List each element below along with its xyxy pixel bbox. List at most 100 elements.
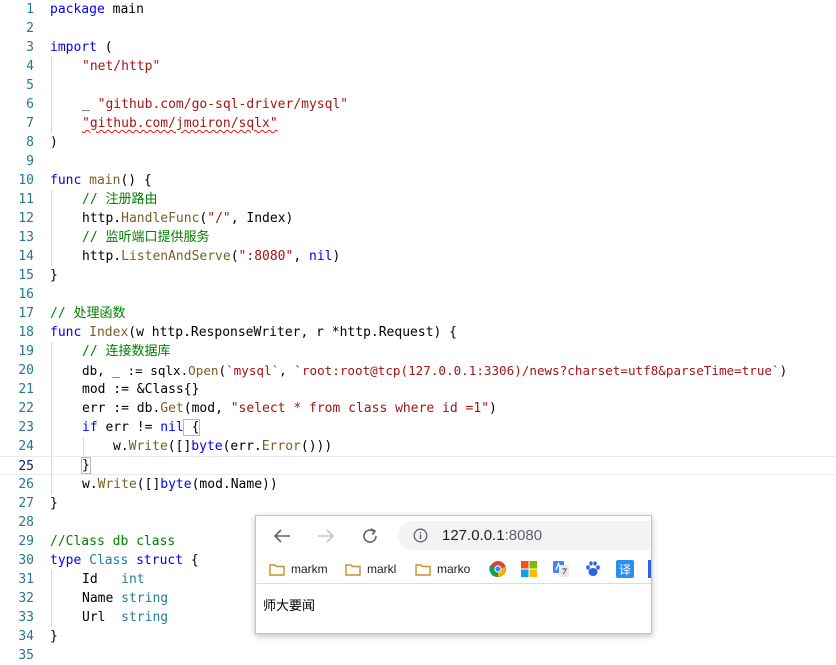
- reload-icon: [363, 528, 377, 543]
- line-number: 1: [26, 2, 34, 17]
- line-number: 9: [26, 154, 34, 169]
- keyword: byte: [191, 439, 223, 454]
- url-port: :8080: [504, 527, 543, 544]
- chrome-icon[interactable]: [489, 560, 507, 578]
- code-line[interactable]: 8 ): [0, 133, 836, 152]
- line-number: 24: [18, 439, 34, 454]
- code-text: (: [230, 249, 239, 264]
- code-text: ([]: [136, 477, 161, 492]
- bookmark-label: markm: [291, 562, 328, 576]
- indent-guide: [51, 247, 52, 266]
- indent-guide: [51, 418, 52, 437]
- line-number: 2: [26, 21, 34, 36]
- line-number: 8: [26, 135, 34, 150]
- code-line[interactable]: 18 func Index(w http.ResponseWriter, r *…: [0, 323, 836, 342]
- code-line[interactable]: 15 }: [0, 266, 836, 285]
- info-icon[interactable]: [413, 528, 428, 543]
- code-line[interactable]: 6 _ "github.com/go-sql-driver/mysql": [0, 95, 836, 114]
- code-line[interactable]: 14 http.ListenAndServe(":8080", nil): [0, 247, 836, 266]
- line-number: 7: [26, 116, 34, 131]
- code-text: , Index): [230, 211, 294, 226]
- code-line[interactable]: 20 db, _ := sqlx.Open(`mysql`, `root:roo…: [0, 361, 836, 380]
- code-line[interactable]: 22 err := db.Get(mod, "select * from cla…: [0, 399, 836, 418]
- line-number: 23: [18, 420, 34, 435]
- back-button[interactable]: [269, 523, 295, 549]
- baidu-paw-icon[interactable]: [584, 560, 602, 578]
- keyword: package: [50, 2, 105, 17]
- code-line[interactable]: 19 // 连接数据库: [0, 342, 836, 361]
- code-line[interactable]: 24 w.Write([]byte(err.Error())): [0, 437, 836, 456]
- code-text: ): [489, 401, 497, 416]
- arrow-left-icon: [273, 529, 290, 543]
- string-literal: "select * from class where id =1": [230, 401, 490, 416]
- type-name: string: [121, 591, 169, 606]
- keyword: type: [50, 553, 82, 568]
- indent-guide: [51, 475, 52, 494]
- code-line[interactable]: 26 w.Write([]byte(mod.Name)): [0, 475, 836, 494]
- string-literal: "/": [207, 211, 231, 226]
- line-number: 3: [26, 40, 34, 55]
- code-line[interactable]: 5: [0, 76, 836, 95]
- line-number: 33: [18, 610, 34, 625]
- translate-icon[interactable]: 译: [616, 560, 634, 578]
- code-text: }: [50, 268, 58, 283]
- code-text: Url: [82, 610, 122, 625]
- code-line[interactable]: 3 import (: [0, 38, 836, 57]
- code-text: ([]: [167, 439, 192, 454]
- code-line[interactable]: 21 mod := &Class{}: [0, 380, 836, 399]
- bookmark-folder[interactable]: marko: [415, 561, 470, 577]
- folder-icon: [345, 563, 361, 576]
- code-text: (mod.Name)): [191, 477, 278, 492]
- code-line[interactable]: 13 // 监听端口提供服务: [0, 228, 836, 247]
- indent-guide: [51, 57, 52, 76]
- bookmark-folder[interactable]: markm: [269, 561, 328, 577]
- code-text: mod := &Class{}: [82, 382, 200, 397]
- address-bar[interactable]: 127.0.0.1:8080: [398, 521, 650, 550]
- bookmarks-bar: markm markl marko 译: [256, 554, 651, 584]
- code-text: err !=: [97, 420, 161, 435]
- bookmark-folder[interactable]: markl: [345, 561, 396, 577]
- line-number: 27: [18, 496, 34, 511]
- code-line[interactable]: 12 http.HandleFunc("/", Index): [0, 209, 836, 228]
- type-name: Class: [89, 553, 129, 568]
- code-line[interactable]: 27 }: [0, 494, 836, 513]
- line-number: 34: [18, 629, 34, 644]
- line-number: 32: [18, 591, 34, 606]
- code-text: (: [96, 40, 113, 55]
- code-text: (mod,: [183, 401, 231, 416]
- forward-button[interactable]: [313, 523, 339, 549]
- code-line[interactable]: 11 // 注册路由: [0, 190, 836, 209]
- line-number: 31: [18, 572, 34, 587]
- code-line[interactable]: 23 if err != nil {: [0, 418, 836, 437]
- browser-window[interactable]: 127.0.0.1:8080 markm markl marko 译 师大要闻: [255, 515, 652, 634]
- code-text: db, _ := sqlx.: [82, 363, 189, 378]
- code-line[interactable]: 9: [0, 152, 836, 171]
- folder-icon: [269, 563, 285, 576]
- code-line[interactable]: 2: [0, 19, 836, 38]
- line-number: 14: [18, 249, 34, 264]
- reload-button[interactable]: [357, 523, 383, 549]
- code-line[interactable]: 17 // 处理函数: [0, 304, 836, 323]
- code-line[interactable]: 16: [0, 285, 836, 304]
- code-line[interactable]: 1 package main: [0, 0, 836, 19]
- line-number: 26: [18, 477, 34, 492]
- code-line[interactable]: 4 "net/http": [0, 57, 836, 76]
- function-name: Write: [97, 477, 137, 492]
- code-line[interactable]: 35: [0, 646, 836, 665]
- line-number: 28: [18, 515, 34, 530]
- code-line-current[interactable]: 25 }: [0, 456, 836, 476]
- indent-guide: [51, 114, 52, 133]
- code-text: ())): [300, 439, 333, 454]
- comment: // 监听端口提供服务: [82, 230, 210, 245]
- indent-guide: [83, 437, 84, 456]
- keyword: nil: [309, 249, 333, 264]
- line-number: 21: [18, 382, 34, 397]
- code-line[interactable]: 7 "github.com/jmoiron/sqlx": [0, 114, 836, 133]
- code-text: (: [218, 363, 227, 378]
- microsoft-icon[interactable]: [520, 560, 538, 578]
- code-text: err := db.: [82, 401, 161, 416]
- google-translate-icon[interactable]: [552, 560, 570, 578]
- line-number: 35: [18, 648, 34, 663]
- code-text: main: [104, 2, 144, 17]
- code-line[interactable]: 10 func main() {: [0, 171, 836, 190]
